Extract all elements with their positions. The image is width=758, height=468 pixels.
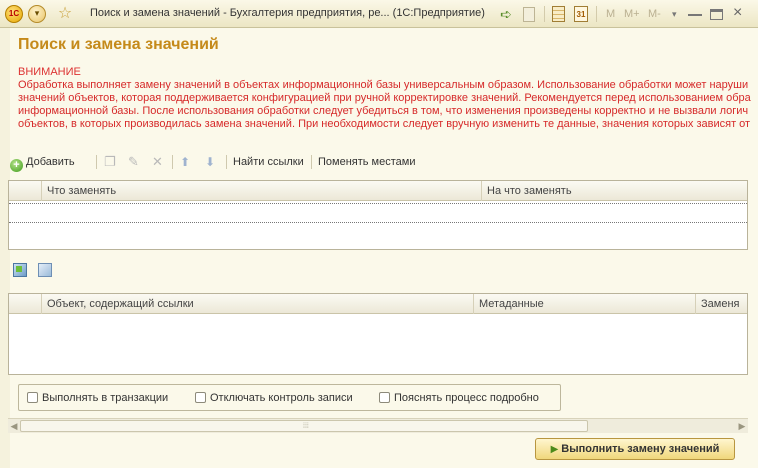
warning-line: объектов, в которых производилась замена… bbox=[18, 118, 751, 130]
add-button[interactable]: + Добавить bbox=[10, 152, 75, 172]
warning-line: Обработка выполняет замену значений в об… bbox=[18, 79, 749, 91]
maximize-icon[interactable] bbox=[710, 9, 723, 20]
window-title-bar: 1С ▾ ☆ Поиск и замена значений - Бухгалт… bbox=[0, 0, 758, 28]
toolbar-divider bbox=[172, 155, 173, 169]
toolbar-divider bbox=[596, 6, 597, 22]
table-header: Что заменять На что заменять bbox=[9, 181, 747, 201]
references-table[interactable]: Объект, содержащий ссылки Метаданные Зам… bbox=[8, 293, 748, 375]
move-up-icon[interactable]: ⬆ bbox=[180, 152, 190, 172]
column-header-replace[interactable]: Заменя bbox=[695, 294, 747, 314]
column-header-metadata[interactable]: Метаданные bbox=[473, 294, 695, 314]
replace-table[interactable]: Что заменять На что заменять bbox=[8, 180, 748, 250]
disable-write-control-label: Отключать контроль записи bbox=[210, 392, 353, 404]
run-replace-label: Выполнить замену значений bbox=[561, 443, 720, 455]
1c-logo-icon[interactable]: 1С bbox=[5, 5, 23, 23]
in-transaction-checkbox[interactable] bbox=[27, 392, 38, 403]
window-title: Поиск и замена значений - Бухгалтерия пр… bbox=[90, 7, 485, 19]
table-row[interactable] bbox=[9, 203, 747, 223]
verbose-checkbox[interactable] bbox=[379, 392, 390, 403]
warning-line: значений объектов, которая поддерживаетс… bbox=[18, 92, 751, 104]
copy-icon[interactable]: ❐ bbox=[104, 152, 116, 172]
toolbar-divider bbox=[226, 155, 227, 169]
document-icon[interactable] bbox=[523, 7, 535, 22]
main-menu-chevron-icon[interactable]: ▾ bbox=[28, 5, 46, 23]
scroll-left-icon[interactable]: ◀ bbox=[8, 420, 20, 432]
add-button-label: Добавить bbox=[26, 156, 75, 168]
options-group: Выполнять в транзакции Отключать контрол… bbox=[18, 384, 561, 411]
verbose-option[interactable]: Пояснять процесс подробно bbox=[379, 392, 539, 405]
column-header-to[interactable]: На что заменять bbox=[481, 181, 747, 201]
disable-write-control-checkbox[interactable] bbox=[195, 392, 206, 403]
move-down-icon[interactable]: ⬇ bbox=[205, 152, 215, 172]
edit-pencil-icon[interactable]: ✎ bbox=[128, 152, 139, 172]
in-transaction-label: Выполнять в транзакции bbox=[42, 392, 169, 404]
find-links-button[interactable]: Найти ссылки bbox=[233, 152, 304, 172]
uncheck-all-icon[interactable] bbox=[38, 263, 52, 277]
calculator-icon[interactable] bbox=[552, 6, 565, 22]
scrollbar-thumb[interactable]: ⁞⁞⁞ bbox=[20, 420, 588, 432]
memory-m-button[interactable]: M bbox=[606, 5, 615, 23]
verbose-label: Пояснять процесс подробно bbox=[394, 392, 539, 404]
chevron-down-icon[interactable]: ▾ bbox=[672, 5, 677, 23]
favorite-star-icon[interactable]: ☆ bbox=[56, 5, 74, 23]
delete-icon[interactable]: ✕ bbox=[152, 152, 163, 172]
scrollbar-grip-icon: ⁞⁞⁞ bbox=[303, 423, 309, 430]
calendar-icon[interactable]: 31 bbox=[574, 6, 588, 22]
add-icon: + bbox=[10, 159, 23, 172]
toolbar-divider bbox=[96, 155, 97, 169]
column-header-what[interactable]: Что заменять bbox=[41, 181, 481, 201]
memory-plus-button[interactable]: M+ bbox=[624, 5, 640, 23]
warning-text: Обработка выполняет замену значений в об… bbox=[18, 79, 758, 131]
play-icon: ▶ bbox=[550, 444, 559, 455]
close-icon[interactable]: × bbox=[733, 4, 742, 22]
warning-line: информационной базы. После использования… bbox=[18, 105, 749, 117]
check-all-icon[interactable] bbox=[13, 263, 27, 277]
memory-minus-button[interactable]: M- bbox=[648, 5, 661, 23]
table-header: Объект, содержащий ссылки Метаданные Зам… bbox=[9, 294, 747, 314]
horizontal-scrollbar[interactable]: ◀ ⁞⁞⁞ ▶ bbox=[8, 418, 748, 433]
disable-write-control-option[interactable]: Отключать контроль записи bbox=[195, 392, 353, 405]
page-title: Поиск и замена значений bbox=[18, 36, 219, 53]
swap-button[interactable]: Поменять местами bbox=[318, 152, 415, 172]
minimize-icon[interactable] bbox=[688, 14, 702, 16]
toolbar-divider bbox=[311, 155, 312, 169]
in-transaction-option[interactable]: Выполнять в транзакции bbox=[27, 392, 168, 405]
column-header-object[interactable]: Объект, содержащий ссылки bbox=[41, 294, 473, 314]
toolbar-divider bbox=[544, 6, 545, 22]
warning-heading: ВНИМАНИЕ bbox=[18, 66, 81, 78]
run-replace-button[interactable]: ▶ Выполнить замену значений bbox=[535, 438, 735, 460]
scroll-right-icon[interactable]: ▶ bbox=[736, 420, 748, 432]
navigate-arrow-icon[interactable]: ➪ bbox=[500, 5, 512, 23]
replace-toolbar: + Добавить ❐ ✎ ✕ ⬆ ⬇ Найти ссылки Поменят… bbox=[10, 152, 750, 172]
